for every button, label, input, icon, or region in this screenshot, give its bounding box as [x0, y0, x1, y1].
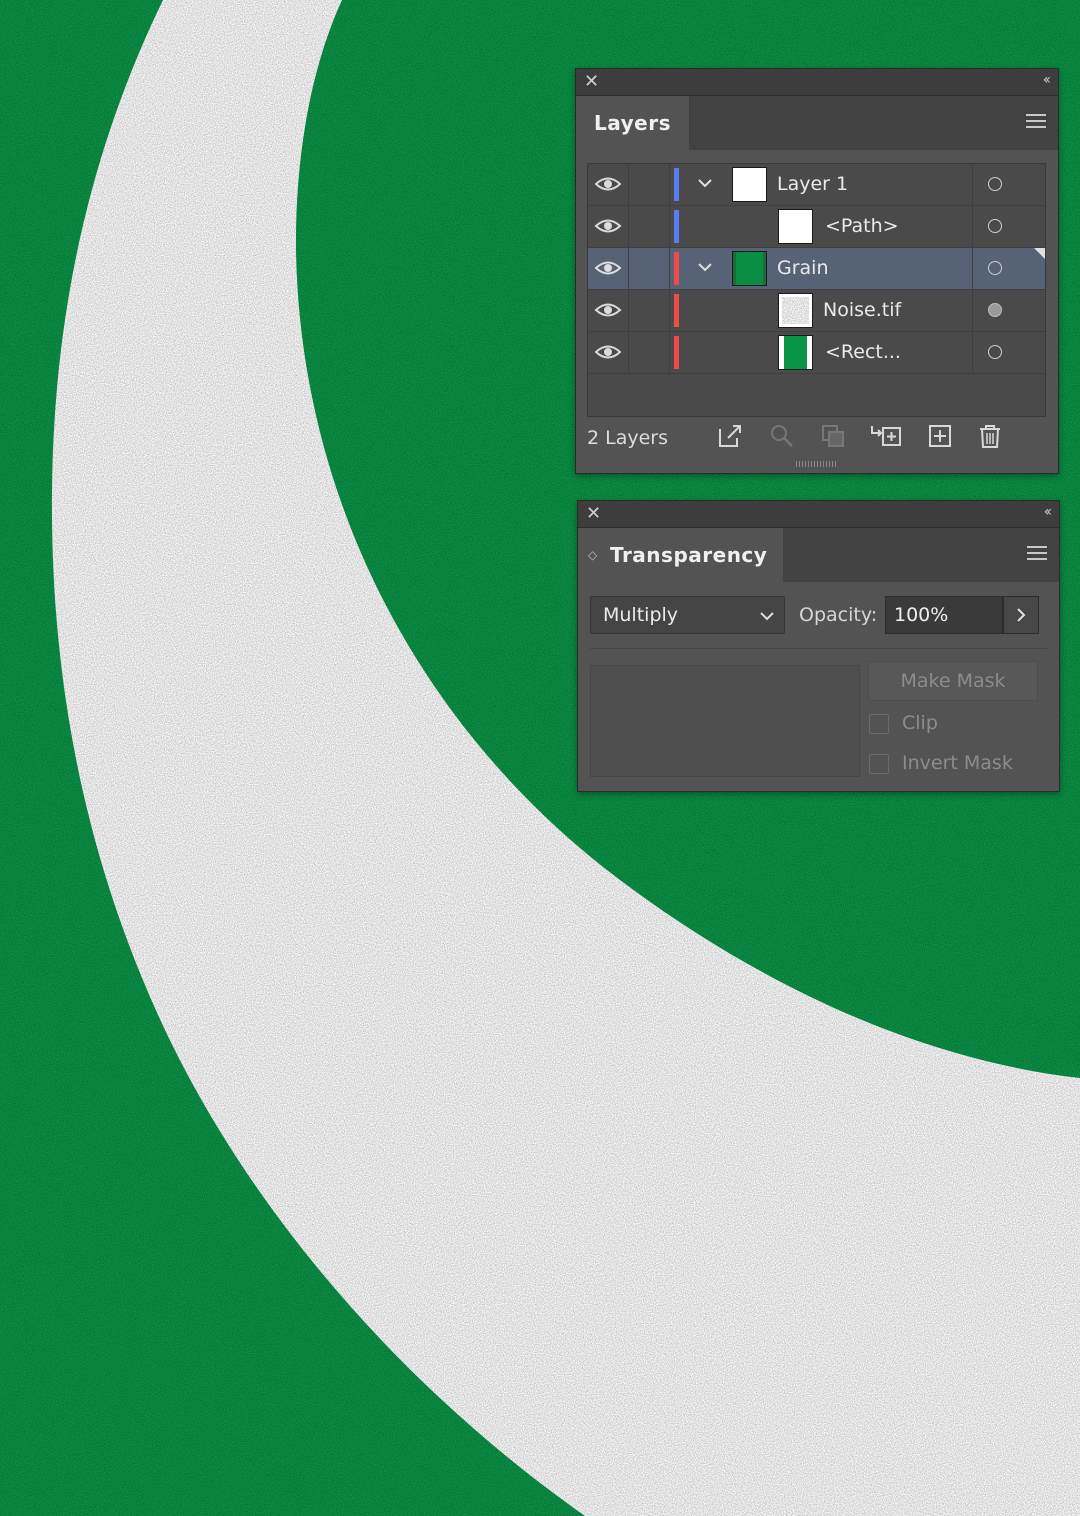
visibility-toggle[interactable] [588, 164, 629, 205]
layer-thumbnail [732, 167, 767, 202]
target-circle-icon[interactable] [988, 345, 1002, 359]
layer-color-indicator [674, 168, 679, 201]
collapse-icon[interactable]: ‹‹ [1043, 72, 1051, 88]
target-circle-icon[interactable] [988, 177, 1002, 191]
target-cell[interactable] [972, 332, 1046, 373]
clipping-mask-icon[interactable] [820, 423, 846, 449]
transparency-panel-header[interactable]: ✕ ‹‹ [578, 501, 1059, 528]
selection-indicator [1034, 248, 1045, 259]
opacity-input[interactable]: 100% [885, 596, 1003, 634]
layer-thumbnail [732, 251, 767, 286]
options-toggle-icon[interactable]: ◇ [588, 549, 600, 561]
search-icon[interactable] [769, 423, 795, 449]
invert-mask-label: Invert Mask [902, 752, 1013, 774]
target-cell[interactable] [972, 290, 1046, 331]
layers-tab-bar: Layers [576, 96, 1058, 150]
visibility-toggle[interactable] [588, 248, 629, 289]
panel-menu-icon[interactable] [1027, 546, 1047, 562]
target-circle-icon[interactable] [988, 219, 1002, 233]
layer-thumbnail [778, 335, 813, 370]
layers-panel-header[interactable]: ✕ ‹‹ [576, 69, 1058, 96]
collapse-icon[interactable]: ‹‹ [1044, 504, 1052, 520]
export-icon[interactable] [717, 423, 743, 449]
opacity-label: Opacity: [799, 604, 878, 626]
blend-mode-select[interactable]: Multiply [590, 596, 785, 634]
layer-thumbnail [778, 293, 813, 328]
visibility-toggle[interactable] [588, 290, 629, 331]
tab-layers[interactable]: Layers [576, 96, 689, 150]
layers-footer: 2 Layers [576, 417, 1058, 457]
transparency-tab-bar: ◇ Transparency [578, 528, 1059, 582]
layer-name[interactable]: Grain [777, 257, 829, 279]
chevron-down-icon[interactable] [696, 174, 714, 192]
layer-color-indicator [674, 252, 679, 285]
blend-mode-value: Multiply [603, 604, 679, 626]
chevron-right-icon [1017, 608, 1026, 622]
tab-transparency-label: Transparency [610, 543, 768, 567]
target-circle-icon[interactable] [988, 303, 1002, 317]
layer-row-layer-1[interactable]: Layer 1 [588, 164, 1045, 206]
layer-row-rect[interactable]: <Rect... [588, 332, 1045, 374]
layer-color-indicator [674, 336, 679, 369]
visibility-toggle[interactable] [588, 332, 629, 373]
clip-checkbox[interactable] [869, 714, 889, 734]
invert-mask-checkbox[interactable] [869, 754, 889, 774]
new-layer-icon[interactable] [927, 423, 953, 449]
layer-name[interactable]: <Rect... [825, 341, 901, 363]
layer-name[interactable]: Layer 1 [777, 173, 848, 195]
eye-icon [594, 345, 622, 359]
lock-toggle[interactable] [629, 164, 670, 205]
layer-row-noise[interactable]: Noise.tif [588, 290, 1045, 332]
lock-toggle[interactable] [629, 248, 670, 289]
panel-menu-icon[interactable] [1026, 114, 1046, 130]
delete-icon[interactable] [977, 423, 1003, 449]
target-cell[interactable] [972, 206, 1046, 247]
chevron-down-icon [760, 612, 774, 621]
lock-toggle[interactable] [629, 332, 670, 373]
mask-preview [590, 665, 860, 777]
eye-icon [594, 177, 622, 191]
chevron-down-icon[interactable] [696, 258, 714, 276]
eye-icon [594, 261, 622, 275]
layers-count: 2 Layers [587, 427, 669, 449]
layer-row-path[interactable]: <Path> [588, 206, 1045, 248]
divider [590, 648, 1047, 649]
lock-toggle[interactable] [629, 290, 670, 331]
tab-transparency[interactable]: ◇ Transparency [578, 528, 784, 582]
target-cell[interactable] [972, 164, 1046, 205]
layers-panel: ✕ ‹‹ Layers Layer 1 <Path> Grain Noise.t… [575, 68, 1059, 474]
layer-list: Layer 1 <Path> Grain Noise.tif <Rect... [587, 163, 1046, 417]
opacity-slider-button[interactable] [1003, 596, 1039, 634]
close-icon[interactable]: ✕ [586, 505, 604, 523]
clip-label: Clip [902, 712, 938, 734]
target-circle-icon[interactable] [988, 261, 1002, 275]
layer-row-grain[interactable]: Grain [588, 248, 1045, 290]
eye-icon [594, 303, 622, 317]
layer-color-indicator [674, 210, 679, 243]
layer-name[interactable]: <Path> [825, 215, 899, 237]
layer-thumbnail [778, 209, 813, 244]
transparency-panel: ✕ ‹‹ ◇ Transparency Multiply Opacity: 10… [577, 500, 1060, 792]
layer-color-indicator [674, 294, 679, 327]
make-mask-button[interactable]: Make Mask [868, 661, 1038, 701]
visibility-toggle[interactable] [588, 206, 629, 247]
resize-grip[interactable] [796, 461, 836, 467]
eye-icon [594, 219, 622, 233]
new-sublayer-icon[interactable] [869, 423, 903, 449]
close-icon[interactable]: ✕ [584, 73, 602, 91]
layer-name[interactable]: Noise.tif [823, 299, 901, 321]
lock-toggle[interactable] [629, 206, 670, 247]
